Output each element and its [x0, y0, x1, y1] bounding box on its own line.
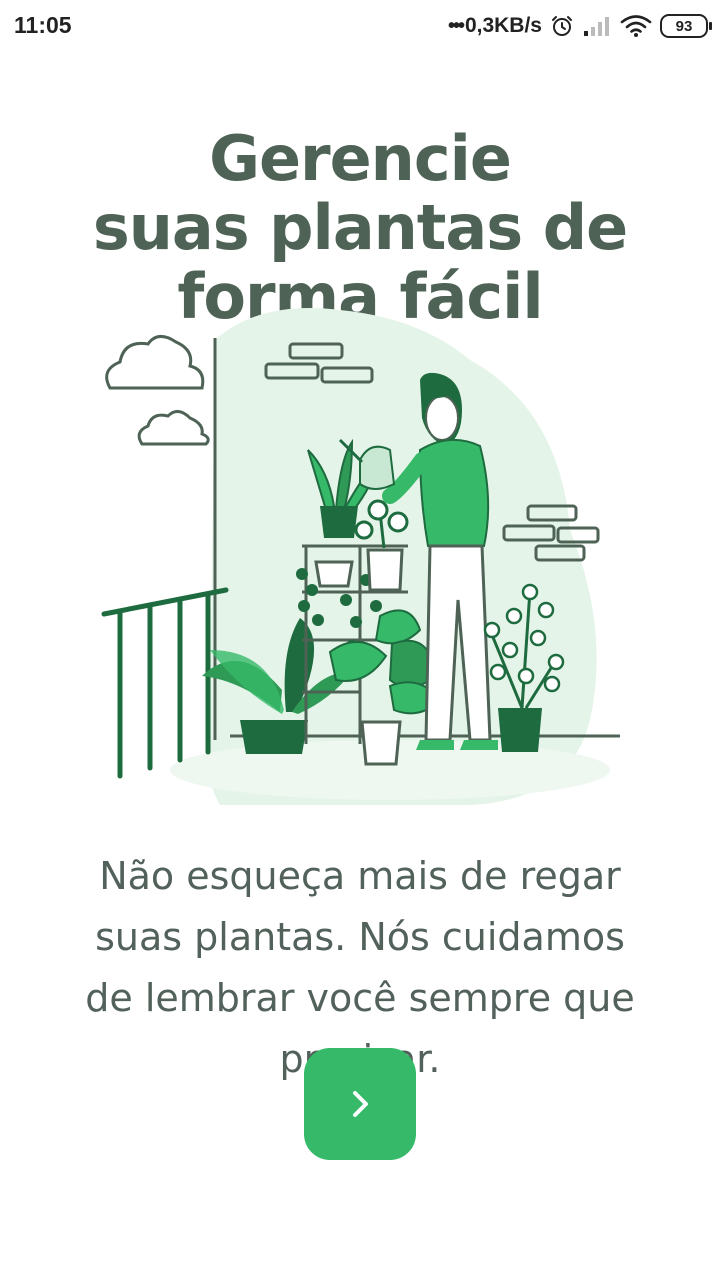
- alarm-icon: [552, 16, 572, 36]
- plants-illustration: [101, 308, 620, 805]
- balcony-railing: [101, 587, 229, 779]
- status-icons: ••• 0,3KB/s 93: [448, 10, 712, 42]
- title-line: suas plantas de: [92, 190, 628, 264]
- wifi-icon: [620, 15, 652, 37]
- network-speed: ••• 0,3KB/s: [448, 14, 542, 38]
- chevron-right-icon: [353, 1091, 368, 1117]
- title-line: Gerencie: [209, 121, 512, 195]
- network-speed-label: 0,3KB/s: [464, 14, 542, 37]
- next-button[interactable]: [304, 1048, 416, 1160]
- status-bar: 11:05 ••• 0,3KB/s 93: [0, 0, 720, 52]
- battery-icon: 93: [660, 14, 712, 38]
- signal-icon: [584, 17, 609, 36]
- cloud-icon: [105, 335, 205, 390]
- activity-dots: •••: [447, 14, 465, 37]
- status-time: 11:05: [14, 12, 72, 38]
- cloud-icon: [137, 410, 210, 446]
